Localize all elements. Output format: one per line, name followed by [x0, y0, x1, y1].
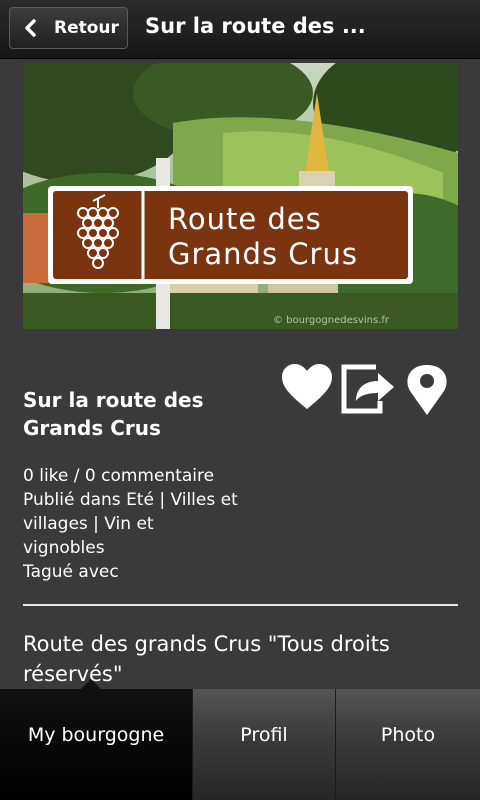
action-bar: Retour Sur la route des ... [0, 0, 480, 59]
photo-image: Route des Grands Crus © bourgognedesvins… [23, 63, 458, 329]
post-actions [280, 361, 460, 421]
map-pin-icon[interactable] [402, 361, 452, 417]
tab-profil[interactable]: Profil [193, 689, 336, 800]
divider [23, 604, 458, 606]
post-content: Route des Grands Crus © bourgognedesvins… [0, 59, 480, 689]
likes-count[interactable]: 0 like / 0 commentaire [23, 464, 238, 488]
post-meta: 0 like / 0 commentaire Publié dans Eté |… [23, 464, 238, 584]
post-photo[interactable]: Route des Grands Crus © bourgognedesvins… [23, 63, 458, 329]
back-button[interactable]: Retour [9, 7, 128, 49]
share-icon[interactable] [340, 361, 396, 417]
sign-line-2: Grands Crus [168, 237, 358, 271]
page-title: Sur la route des ... [145, 14, 366, 38]
tab-label: My bourgogne [27, 723, 165, 746]
tags: Tagué avec [23, 562, 119, 582]
active-tab-pointer [79, 679, 103, 691]
photo-watermark: © bourgognedesvins.fr [273, 315, 390, 326]
post-title: Sur la route des Grands Crus [23, 388, 204, 440]
sign-line-1: Route des [168, 202, 322, 236]
tab-my-bourgogne[interactable]: My bourgogne [0, 679, 193, 800]
tab-label: Photo [380, 723, 436, 746]
tab-label: Profil [240, 723, 288, 746]
chevron-left-icon [25, 19, 36, 37]
tab-bar: My bourgogne Profil Photo [0, 679, 480, 800]
back-label: Retour [54, 18, 119, 38]
published-categories[interactable]: Publié dans Eté | Villes et villages | V… [23, 488, 238, 560]
tab-photo[interactable]: Photo [336, 689, 480, 800]
heart-icon[interactable] [280, 361, 334, 415]
